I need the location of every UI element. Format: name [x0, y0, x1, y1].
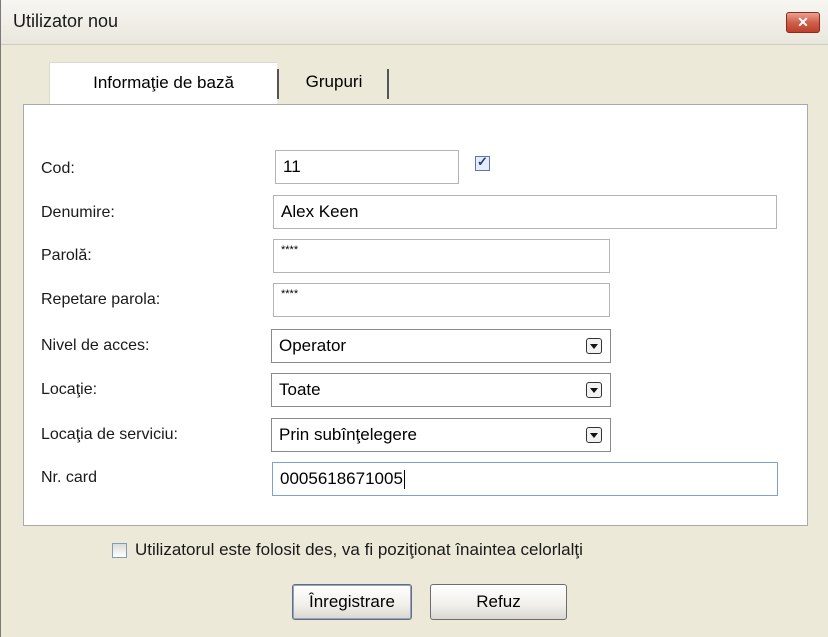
tab-groups[interactable]: Grupuri: [279, 62, 389, 104]
service-location-select[interactable]: Prin subînţelegere: [271, 418, 611, 452]
denumire-input[interactable]: Alex Keen: [273, 195, 777, 229]
save-button[interactable]: Înregistrare: [292, 584, 412, 620]
dialog-window: Utilizator nou ✕ Informaţie de bază Grup…: [0, 0, 828, 637]
window-title: Utilizator nou: [13, 11, 119, 31]
nivel-acces-label: Nivel de acces:: [41, 337, 150, 354]
access-level-value: Operator: [279, 336, 347, 355]
denumire-label: Denumire:: [41, 204, 115, 221]
tab-basic-info[interactable]: Informaţie de bază: [49, 62, 277, 104]
access-level-select[interactable]: Operator: [271, 329, 611, 363]
tab-basic-info-label: Informaţie de bază: [93, 73, 234, 92]
location-select[interactable]: Toate: [271, 373, 611, 407]
frequent-user-label: Utilizatorul este folosit des, va fi poz…: [135, 540, 583, 559]
card-number-input[interactable]: 0005618671005: [272, 462, 778, 496]
tab-divider: [387, 69, 389, 99]
cancel-button[interactable]: Refuz: [430, 584, 567, 620]
frequent-user-checkbox[interactable]: [112, 543, 127, 558]
close-button[interactable]: ✕: [786, 12, 820, 33]
locatia-serviciu-label: Locaţia de serviciu:: [41, 426, 178, 443]
repetare-parola-label: Repetare parola:: [41, 291, 161, 308]
title-bar[interactable]: Utilizator nou ✕: [1, 0, 828, 45]
cod-label: Cod:: [41, 160, 75, 177]
password-input[interactable]: ****: [273, 239, 610, 273]
location-value: Toate: [279, 380, 321, 399]
chevron-down-icon[interactable]: [586, 427, 602, 443]
cod-auto-checkbox[interactable]: [475, 154, 490, 171]
cod-input[interactable]: 11: [275, 150, 459, 184]
parola-label: Parolă:: [41, 247, 92, 264]
service-location-value: Prin subînţelegere: [279, 425, 417, 444]
chevron-down-icon[interactable]: [586, 338, 602, 354]
repeat-password-input[interactable]: ****: [273, 283, 610, 317]
locatie-label: Locaţie:: [41, 381, 98, 398]
nr-card-label: Nr. card: [41, 469, 98, 486]
card-number-value: 0005618671005: [280, 469, 403, 488]
chevron-down-icon[interactable]: [586, 382, 602, 398]
text-caret: [403, 470, 405, 490]
tab-groups-label: Grupuri: [305, 72, 363, 91]
close-icon: ✕: [797, 14, 809, 30]
